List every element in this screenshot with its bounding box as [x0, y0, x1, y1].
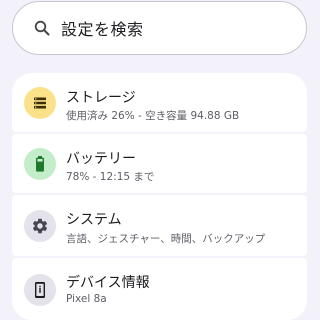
search-placeholder: 設定を検索 [61, 20, 144, 39]
gear-icon [24, 210, 56, 242]
settings-item-system[interactable]: システム 言語、ジェスチャー、時間、バックアップ [12, 195, 307, 256]
settings-item-summary: Pixel 8a [66, 293, 107, 305]
settings-item-summary: 78% - 12:15 まで [66, 171, 155, 183]
phone-info-icon [24, 274, 56, 306]
settings-item-title: バッテリー [66, 151, 136, 167]
settings-item-summary: 使用済み 26% - 空き容量 94.88 GB [66, 110, 240, 122]
settings-item-device-info[interactable]: デバイス情報 Pixel 8a [12, 258, 307, 320]
search-bar[interactable]: 設定を検索 [12, 1, 307, 55]
settings-item-title: デバイス情報 [66, 275, 150, 291]
settings-item-title: ストレージ [66, 90, 136, 106]
storage-icon [24, 87, 56, 119]
settings-item-storage[interactable]: ストレージ 使用済み 26% - 空き容量 94.88 GB [12, 73, 307, 132]
search-icon [33, 19, 51, 37]
battery-icon [24, 148, 56, 180]
settings-item-summary: 言語、ジェスチャー、時間、バックアップ [66, 233, 266, 245]
settings-item-title: システム [66, 212, 122, 228]
settings-item-battery[interactable]: バッテリー 78% - 12:15 まで [12, 134, 307, 193]
